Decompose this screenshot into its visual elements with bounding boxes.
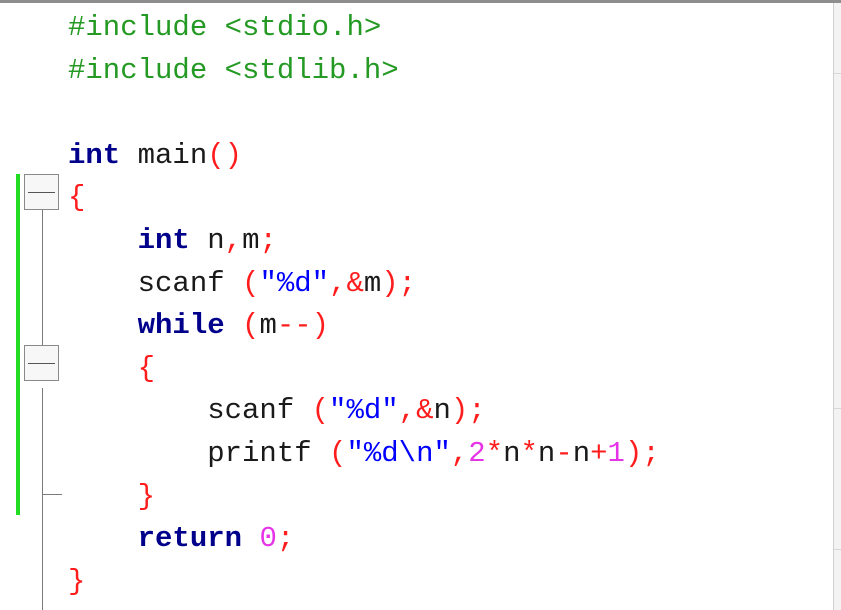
code-token: scanf: [68, 266, 243, 300]
editor-scrollbar[interactable]: [833, 3, 841, 610]
code-line[interactable]: }: [68, 476, 660, 519]
code-token: *: [520, 436, 538, 470]
code-token: +: [590, 436, 608, 470]
scrollbar-mark: [834, 549, 841, 550]
code-token: 1: [607, 436, 625, 470]
code-line[interactable]: {: [68, 348, 660, 391]
code-token: #include <stdio.h>: [68, 11, 382, 44]
minus-icon: [28, 191, 55, 193]
code-token: {: [137, 351, 156, 385]
code-line[interactable]: int n,m;: [68, 220, 660, 263]
fold-guide-line: [42, 210, 43, 352]
fold-toggle-main-icon[interactable]: [24, 174, 59, 210]
code-token: m: [363, 266, 382, 300]
code-editor[interactable]: #include <stdio.h> #include <stdlib.h> in…: [0, 3, 833, 610]
fold-toggle-while-icon[interactable]: [24, 345, 59, 381]
code-line[interactable]: while (m--): [68, 305, 660, 348]
code-token: n: [433, 394, 451, 428]
fold-end-marker: [42, 494, 62, 495]
code-token: #include <stdlib.h>: [68, 53, 399, 87]
scrollbar-mark: [834, 408, 841, 409]
minus-icon: [28, 362, 55, 364]
code-token: m: [259, 309, 277, 343]
code-line[interactable]: {: [68, 177, 660, 220]
code-token: );: [381, 266, 417, 300]
code-token: int: [137, 223, 190, 257]
code-token: }: [68, 564, 86, 598]
code-token: ,&: [398, 394, 434, 428]
modified-lines-indicator: [16, 174, 20, 515]
code-token: ,: [224, 223, 243, 257]
code-line[interactable]: scanf ("%d",&m);: [68, 263, 660, 306]
code-token: n: [572, 436, 591, 470]
code-token: (: [242, 309, 260, 343]
fold-guide-line: [42, 388, 43, 610]
code-token: ;: [276, 522, 295, 556]
code-token: }: [137, 479, 156, 513]
code-token: 0: [259, 522, 277, 556]
code-token: ;: [259, 223, 277, 257]
code-token: );: [450, 394, 486, 428]
code-token: );: [624, 436, 660, 470]
editor-gutter: [0, 3, 64, 610]
code-token: m: [242, 223, 260, 257]
code-line[interactable]: [68, 92, 660, 135]
code-line[interactable]: return 0;: [68, 518, 660, 561]
code-token: scanf: [68, 394, 312, 428]
code-token: n: [189, 223, 225, 257]
code-token: n: [503, 436, 521, 470]
code-line[interactable]: #include <stdlib.h>: [68, 50, 660, 93]
code-token: -: [555, 436, 573, 470]
code-token: while: [137, 309, 225, 343]
code-token: "%d": [329, 394, 399, 428]
code-token: {: [68, 181, 86, 215]
code-token: int: [68, 138, 121, 172]
code-token: "%d\n": [346, 436, 451, 470]
code-line[interactable]: printf ("%d\n",2*n*n-n+1);: [68, 433, 660, 476]
code-token: *: [485, 436, 504, 470]
code-token: printf: [68, 436, 330, 470]
code-token: (: [311, 394, 330, 428]
code-text-area[interactable]: #include <stdio.h> #include <stdlib.h> in…: [68, 7, 660, 603]
code-token: ,: [450, 436, 469, 470]
scrollbar-mark: [834, 73, 841, 74]
code-token: "%d": [259, 266, 330, 300]
code-token: --): [276, 309, 330, 343]
code-token: (): [207, 138, 243, 172]
code-line[interactable]: int main(): [68, 135, 660, 178]
code-line[interactable]: }: [68, 561, 660, 604]
code-line[interactable]: #include <stdio.h>: [68, 7, 660, 50]
code-line[interactable]: scanf ("%d",&n);: [68, 390, 660, 433]
code-token: ,&: [329, 266, 364, 300]
code-token: (: [329, 436, 347, 470]
code-token: 2: [468, 436, 486, 470]
code-token: return: [137, 522, 243, 556]
code-token: (: [242, 266, 260, 300]
code-token: main: [120, 138, 208, 172]
code-token: n: [537, 436, 556, 470]
